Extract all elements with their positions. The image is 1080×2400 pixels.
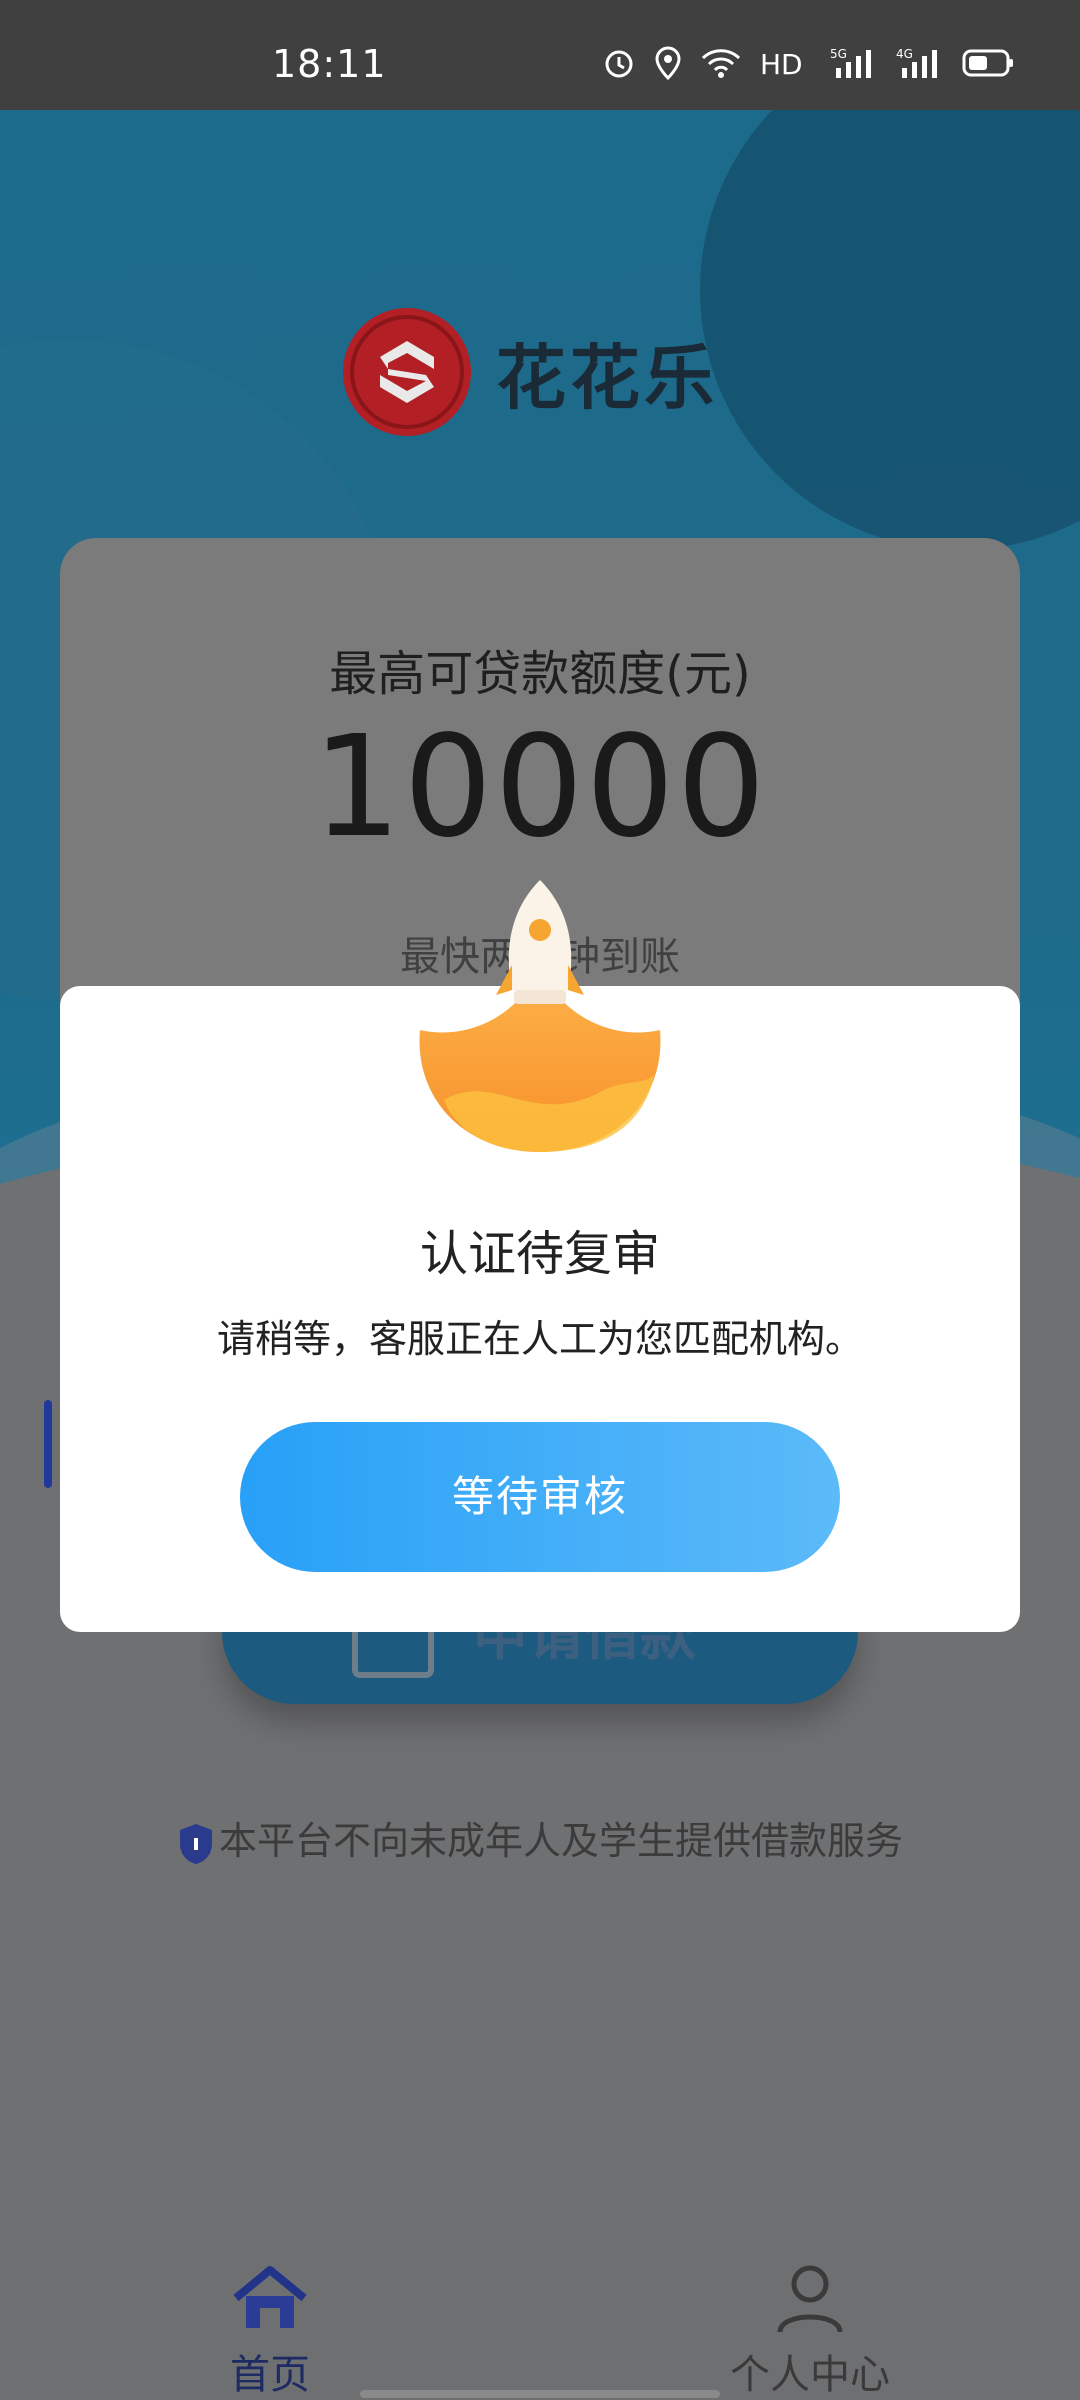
wait-review-button[interactable]: 等待审核 [240,1422,840,1572]
signal-5g-icon: 5G [830,47,871,78]
compliance-notice: 本平台不向未成年人及学生提供借款服务 [0,1810,1080,1866]
tab-profile[interactable]: 个人中心 [660,2262,960,2400]
tab-home[interactable]: 首页 [120,2262,420,2400]
wifi-icon [701,49,741,78]
side-indicator [44,1400,52,1488]
svg-text:HD: HD [760,48,803,80]
bottom-tab-bar: 首页 个人中心 [0,2248,1080,2400]
brand-logo-icon [343,308,471,436]
notice-text: 本平台不向未成年人及学生提供借款服务 [218,1819,903,1863]
status-time: 18:11 [272,42,387,86]
status-icons: HD 5G 4G [602,46,1014,80]
battery-icon [962,49,1013,77]
limit-amount: 10000 [312,706,768,869]
app-logo: 花花乐 [340,305,718,439]
dialog-title: 认证待复审 [419,1226,660,1282]
svg-text:4G: 4G [896,47,913,61]
home-indicator [360,2390,720,2398]
limit-label: 最高可贷款额度(元) [329,646,751,702]
shield-icon [179,1823,212,1864]
home-icon [233,2266,307,2328]
rocket-icon [419,880,661,1152]
alarm-icon [605,50,633,78]
status-bar: 18:11 HD 5G 4G [0,0,1080,110]
signal-4g-icon: 4G [896,47,937,78]
hd-icon: HD [760,48,803,80]
dialog-message: 请稍等，客服正在人工为您匹配机构。 [216,1317,863,1361]
user-icon [777,2265,843,2333]
wait-review-label: 等待审核 [451,1472,628,1521]
location-icon [655,46,681,80]
svg-text:5G: 5G [830,47,847,61]
brand-name: 花花乐 [496,335,718,419]
